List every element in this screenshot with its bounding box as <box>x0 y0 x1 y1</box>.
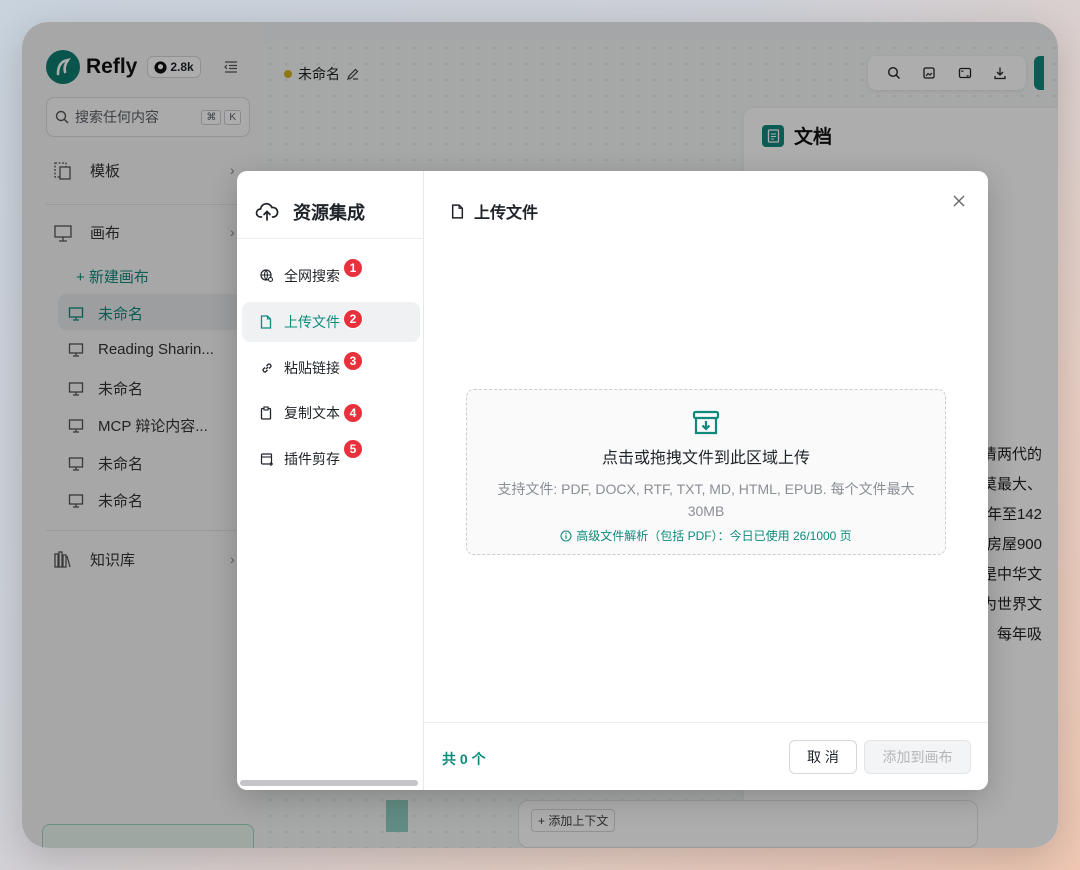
divider <box>237 238 424 239</box>
file-icon <box>260 315 274 329</box>
menu-item-label: 插件剪存 <box>284 451 340 467</box>
cloud-upload-icon <box>255 202 279 221</box>
menu-item-label: 复制文本 <box>284 405 340 421</box>
dropzone-main-text: 点击或拖拽文件到此区域上传 <box>601 450 810 467</box>
divider <box>424 722 988 723</box>
file-icon <box>451 203 464 219</box>
menu-item-copy-text[interactable]: 复制文本 <box>242 393 420 433</box>
close-button[interactable] <box>949 191 969 211</box>
advanced-parsing-text: 高级文件解析（包括 PDF）：今日已使用 26/1000 页 <box>576 529 852 543</box>
upload-section-title: 上传文件 <box>451 199 538 223</box>
upload-section-title-text: 上传文件 <box>474 205 539 222</box>
info-icon <box>560 529 572 542</box>
menu-item-paste-link[interactable]: 粘贴链接 <box>242 348 420 388</box>
dropzone-supported-formats: 支持文件: PDF, DOCX, RTF, TXT, MD, HTML, EPU… <box>497 481 915 519</box>
add-to-canvas-button[interactable]: 添加到画布 <box>864 740 971 774</box>
browser-clip-icon <box>260 452 274 466</box>
menu-scrollbar[interactable] <box>240 780 418 786</box>
menu-item-label: 全网搜索 <box>284 268 340 284</box>
menu-item-label: 上传文件 <box>284 314 340 330</box>
resource-integration-modal: 资源集成 全网搜索 1 上传文件 2 粘贴链接 3 复制文本 4 插件剪存 5 <box>237 171 988 790</box>
inbox-download-icon <box>691 408 721 438</box>
step-badge: 2 <box>343 309 363 329</box>
step-badge: 4 <box>343 403 363 423</box>
modal-menu: 资源集成 全网搜索 1 上传文件 2 粘贴链接 3 复制文本 4 插件剪存 5 <box>237 171 424 790</box>
menu-item-web-search[interactable]: 全网搜索 <box>242 256 420 296</box>
cancel-button[interactable]: 取 消 <box>789 740 857 774</box>
selected-count: 共 0 个 <box>442 751 486 767</box>
step-badge: 1 <box>343 258 363 278</box>
step-badge: 3 <box>343 351 363 371</box>
modal-title-text: 资源集成 <box>293 203 365 223</box>
globe-search-icon <box>260 269 274 283</box>
menu-item-plugin-clip[interactable]: 插件剪存 <box>242 439 420 479</box>
menu-item-upload-file[interactable]: 上传文件 <box>242 302 420 342</box>
clipboard-icon <box>260 406 274 420</box>
upload-dropzone[interactable]: 点击或拖拽文件到此区域上传 支持文件: PDF, DOCX, RTF, TXT,… <box>466 389 946 555</box>
modal-title: 资源集成 <box>255 199 365 225</box>
step-badge: 5 <box>343 439 363 459</box>
advanced-parsing-info: 高级文件解析（包括 PDF）：今日已使用 26/1000 页 <box>467 527 945 544</box>
link-icon <box>260 361 274 375</box>
menu-item-label: 粘贴链接 <box>284 360 340 376</box>
close-icon <box>953 195 965 207</box>
